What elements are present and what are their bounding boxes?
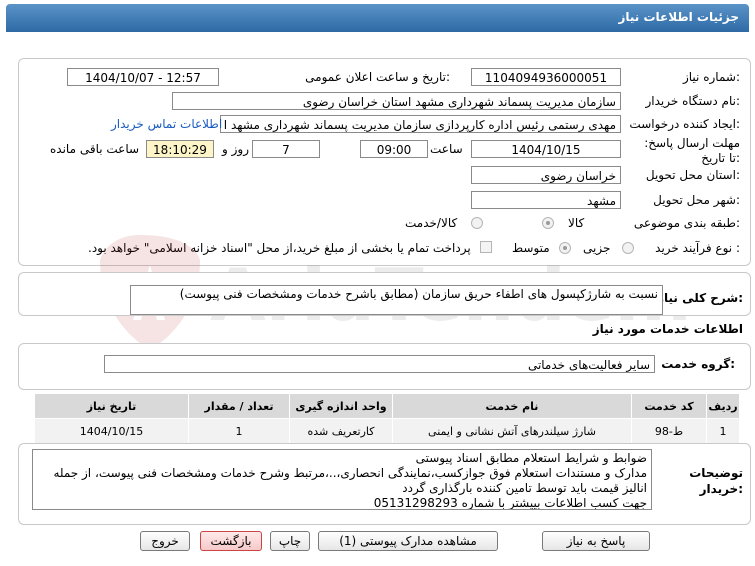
cell-row: 1	[706, 418, 740, 444]
exit-button[interactable]: خروج	[140, 531, 190, 551]
view-attachments-button[interactable]: مشاهده مدارک پیوستی (1)	[318, 531, 498, 551]
announce-datetime-field: 1404/10/07 - 12:57	[67, 68, 219, 86]
table-header-row: ردیف کد خدمت نام خدمت واحد اندازه گیری ت…	[34, 393, 740, 419]
buyer-notes-line-2: مدارک و مستندات استعلام فوق جوازکسب،نمای…	[53, 466, 647, 480]
cell-date: 1404/10/15	[34, 418, 189, 444]
page-header: جزئیات اطلاعات نیاز	[6, 4, 749, 32]
purchase-option-minor-radio[interactable]	[622, 242, 634, 254]
treasury-payment-checkbox[interactable]	[480, 241, 492, 253]
purchase-type-label: نوع فرآیند خرید :	[655, 241, 740, 255]
request-creator-label: ایجاد کننده درخواست:	[629, 117, 740, 131]
reply-date-field: 1404/10/15	[471, 140, 621, 158]
category-option-goods-radio[interactable]	[542, 217, 554, 229]
buyer-notes-line-3: انالیز قیمت باید توسط تامین کننده بارگذا…	[402, 481, 647, 495]
buyer-org-field: سازمان مدیریت پسماند شهرداری مشهد استان …	[172, 92, 621, 110]
category-option-goods-service-radio[interactable]	[471, 217, 483, 229]
remaining-label: ساعت باقی مانده	[50, 142, 140, 156]
days-field: 7	[252, 140, 320, 158]
buyer-notes-field: ضوابط و شرایط استعلام مطابق اسناد پیوستی…	[32, 449, 652, 510]
need-summary-field: نسبت به شارژکپسول های اطفاء حریق سازمان …	[130, 285, 663, 315]
need-summary-text: نسبت به شارژکپسول های اطفاء حریق سازمان …	[179, 287, 658, 301]
col-code-header: کد خدمت	[631, 393, 707, 419]
buyer-notes-line-4: جهت کسب اطلاعات بییشتر با شماره 05131298…	[373, 496, 647, 510]
service-group-field: سایر فعالیت‌های خدماتی	[104, 355, 655, 373]
back-button[interactable]: بازگشت	[200, 531, 262, 551]
table-row: 1 ط-98 شارژ سیلندرهای آتش نشانی و ایمنی …	[34, 418, 740, 444]
delivery-city-label: شهر محل تحویل:	[653, 193, 740, 207]
reply-time-label: ساعت	[430, 142, 463, 156]
need-summary-label: شرح کلی نیاز:	[657, 291, 743, 305]
buyer-contact-link[interactable]: اطلاعات تماس خریدار	[111, 117, 222, 131]
delivery-city-field: مشهد	[471, 191, 621, 209]
request-creator-field: مهدی رستمی رئیس اداره کارپردازی سازمان م…	[220, 115, 621, 133]
col-row-header: ردیف	[706, 393, 740, 419]
col-qty-header: تعداد / مقدار	[188, 393, 290, 419]
buyer-notes-label: توضیحات خریدار:	[689, 466, 743, 496]
col-name-header: نام خدمت	[392, 393, 632, 419]
print-button[interactable]: چاپ	[270, 531, 310, 551]
category-option-goods-label: کالا	[568, 216, 585, 230]
reply-deadline-label: مهلت ارسال پاسخ: تا تاریخ:	[644, 136, 740, 165]
purchase-option-medium-radio[interactable]	[559, 242, 571, 254]
need-number-label: شماره نیاز:	[682, 70, 740, 84]
remaining-time-field: 18:10:29	[146, 140, 214, 158]
buyer-notes-line-1: ضوابط و شرایط استعلام مطابق اسناد پیوستی	[415, 451, 647, 465]
buyer-org-label: نام دستگاه خریدار:	[645, 94, 741, 108]
purchase-option-medium-label: متوسط	[512, 241, 550, 255]
delivery-province-field: خراسان رضوی	[471, 166, 621, 184]
cell-unit: کارتعریف شده	[289, 418, 393, 444]
need-number-field: 1104094936000051	[471, 68, 621, 86]
service-group-label: گروه خدمت:	[661, 357, 735, 371]
services-table: ردیف کد خدمت نام خدمت واحد اندازه گیری ت…	[34, 393, 740, 444]
col-date-header: تاریخ نیاز	[34, 393, 189, 419]
cell-code: ط-98	[631, 418, 707, 444]
category-label: طبقه بندی موضوعی:	[633, 216, 740, 230]
page-title: جزئیات اطلاعات نیاز	[618, 10, 739, 24]
treasury-payment-note: پرداخت تمام یا بخشی از مبلغ خرید،از محل …	[88, 241, 471, 255]
col-unit-header: واحد اندازه گیری	[289, 393, 393, 419]
reply-time-field: 09:00	[360, 140, 428, 158]
reply-button[interactable]: پاسخ به نیاز	[542, 531, 650, 551]
cell-qty: 1	[188, 418, 290, 444]
category-option-goods-service-label: کالا/خدمت	[405, 216, 458, 230]
purchase-option-minor-label: جزیی	[583, 241, 611, 255]
announce-datetime-label: تاریخ و ساعت اعلان عمومی:	[305, 70, 450, 84]
delivery-province-label: استان محل تحویل:	[645, 168, 740, 182]
cell-name: شارژ سیلندرهای آتش نشانی و ایمنی	[392, 418, 632, 444]
day-and-label: روز و	[222, 142, 249, 156]
services-info-heading: اطلاعات خدمات مورد نیاز	[592, 322, 743, 336]
